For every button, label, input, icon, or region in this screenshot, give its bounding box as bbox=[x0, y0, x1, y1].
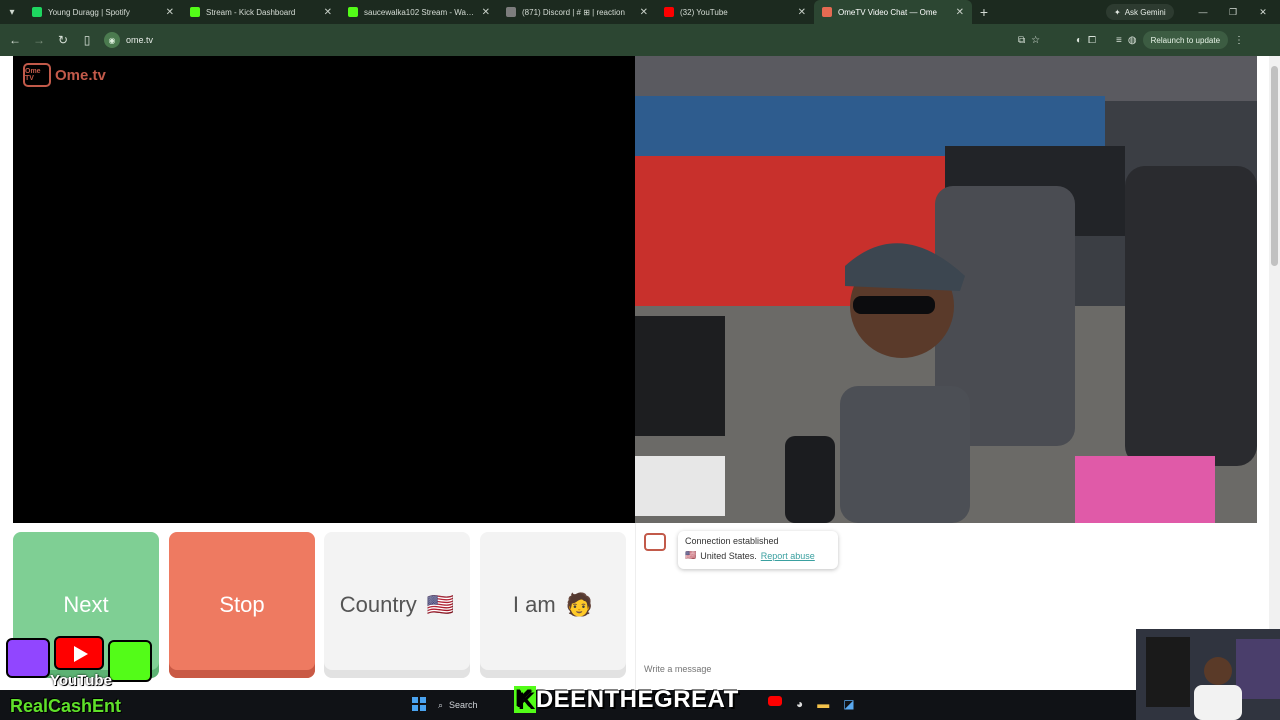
tab-favicon-icon bbox=[32, 7, 42, 17]
profile-icon[interactable]: ◍ bbox=[1128, 35, 1137, 46]
browser-tab[interactable]: (871) Discord | # ⊞ | reaction ✕ bbox=[498, 0, 656, 24]
chrome-taskbar-icon[interactable]: ◕ bbox=[796, 697, 803, 711]
browser-tab[interactable]: saucewalka102 Stream - Watch ✕ bbox=[340, 0, 498, 24]
streamer-name-overlay: KDEENTHEGREAT bbox=[514, 686, 739, 714]
streamer-webcam bbox=[1136, 629, 1280, 720]
twitch-icon bbox=[6, 638, 50, 678]
scrollbar-thumb[interactable] bbox=[1271, 66, 1278, 266]
tab-favicon-icon bbox=[506, 7, 516, 17]
side-panel-icon[interactable]: ▯ bbox=[75, 28, 99, 52]
address-bar[interactable]: ◉ ome.tv bbox=[104, 28, 1004, 52]
back-icon[interactable]: ← bbox=[3, 28, 27, 52]
connection-status: Connection established bbox=[685, 536, 779, 546]
ometv-logo[interactable]: Ome TV Ome.tv bbox=[23, 63, 106, 87]
gender-label: I am bbox=[512, 592, 556, 617]
stop-button[interactable]: Stop bbox=[169, 532, 315, 678]
message-input[interactable] bbox=[644, 661, 1124, 677]
stream-brand-overlay: YouTube RealCashEnt bbox=[6, 636, 156, 716]
tab-favicon-icon bbox=[664, 7, 674, 17]
tab-close-icon[interactable]: ✕ bbox=[166, 7, 174, 18]
file-explorer-icon[interactable]: ▬ bbox=[817, 697, 829, 711]
tab-title: (32) YouTube bbox=[680, 7, 728, 17]
gemini-icon: ✦ bbox=[1114, 7, 1121, 17]
report-abuse-link[interactable]: Report abuse bbox=[761, 551, 815, 561]
system-message: Connection established 🇺🇸 United States.… bbox=[678, 531, 838, 569]
partner-video bbox=[635, 56, 1257, 523]
brand-name: RealCashEnt bbox=[10, 696, 122, 716]
tab-favicon-icon bbox=[822, 7, 832, 17]
close-window-icon[interactable]: ✕ bbox=[1248, 0, 1278, 24]
forward-icon[interactable]: → bbox=[27, 28, 51, 52]
tab-close-icon[interactable]: ✕ bbox=[324, 7, 332, 18]
tab-close-icon[interactable]: ✕ bbox=[956, 7, 964, 18]
stop-label: Stop bbox=[219, 592, 265, 617]
tab-title: Young Duragg | Spotify bbox=[48, 7, 130, 17]
extension-icon[interactable]: ◐ bbox=[1076, 35, 1082, 46]
taskbar-search-label: Search bbox=[449, 700, 478, 710]
browser-tab[interactable]: Young Duragg | Spotify ✕ bbox=[24, 0, 182, 24]
tab-title: OmeTV Video Chat — Ome bbox=[838, 7, 937, 17]
install-app-icon[interactable]: ⧉ bbox=[1018, 35, 1025, 46]
youtube-small-icon bbox=[768, 696, 782, 706]
tab-title: (871) Discord | # ⊞ | reaction bbox=[522, 7, 625, 17]
youtube-icon bbox=[54, 636, 104, 670]
tab-favicon-icon bbox=[190, 7, 200, 17]
tab-close-icon[interactable]: ✕ bbox=[798, 7, 806, 18]
browser-tab[interactable]: OmeTV Video Chat — Ome ✕ bbox=[814, 0, 972, 24]
country-button[interactable]: Country 🇺🇸 bbox=[324, 532, 470, 678]
windows-start-icon[interactable] bbox=[412, 697, 426, 711]
partner-video-frame bbox=[635, 56, 1257, 523]
page-scrollbar[interactable] bbox=[1269, 56, 1280, 696]
site-info-icon[interactable]: ◉ bbox=[104, 32, 120, 48]
streamer-name: DEENTHEGREAT bbox=[535, 686, 739, 713]
reload-icon[interactable]: ↻ bbox=[51, 28, 75, 52]
browser-tab[interactable]: Stream - Kick Dashboard ✕ bbox=[182, 0, 340, 24]
tab-close-icon[interactable]: ✕ bbox=[640, 7, 648, 18]
browser-toolbar: ← → ↻ ▯ ◉ ome.tv ⧉ ☆ ◐ ⧠ ≡ ◍ Relaunch to… bbox=[0, 24, 1280, 56]
ask-gemini-label: Ask Gemini bbox=[1124, 7, 1166, 17]
kick-icon bbox=[108, 640, 152, 682]
gender-button[interactable]: I am 🧑 bbox=[480, 532, 626, 678]
us-flag-icon: 🇺🇸 bbox=[426, 592, 455, 617]
minimize-icon[interactable]: — bbox=[1188, 0, 1218, 24]
partner-country: United States. bbox=[700, 550, 757, 561]
next-label: Next bbox=[63, 592, 109, 617]
tab-favicon-icon bbox=[348, 7, 358, 17]
extensions-puzzle-icon[interactable]: ⧠ bbox=[1088, 35, 1096, 46]
country-label: Country bbox=[339, 592, 417, 617]
tab-close-icon[interactable]: ✕ bbox=[482, 7, 490, 18]
person-icon: 🧑 bbox=[565, 592, 594, 617]
bookmark-star-icon[interactable]: ☆ bbox=[1031, 35, 1040, 46]
kick-logo-letter: K bbox=[514, 686, 536, 713]
tab-search-icon[interactable]: ▾ bbox=[0, 0, 24, 24]
ometv-system-icon bbox=[644, 533, 666, 551]
tab-title: saucewalka102 Stream - Watch bbox=[364, 7, 476, 17]
youtube-text: YouTube bbox=[50, 672, 112, 689]
taskbar-search[interactable]: ⌕ Search bbox=[438, 695, 516, 715]
local-video: Ome TV Ome.tv bbox=[13, 56, 635, 523]
new-tab-button[interactable]: + bbox=[972, 4, 996, 20]
relaunch-label: Relaunch to update bbox=[1150, 35, 1221, 45]
relaunch-button[interactable]: Relaunch to update bbox=[1142, 31, 1229, 49]
search-icon: ⌕ bbox=[438, 699, 444, 710]
page-content: Ome TV Ome.tv Next Stop Country 🇺🇸 I am … bbox=[0, 56, 1280, 696]
ask-gemini-button[interactable]: ✦ Ask Gemini bbox=[1106, 4, 1174, 20]
tab-strip: ▾ Young Duragg | Spotify ✕ Stream - Kick D… bbox=[0, 0, 1280, 24]
browser-tab[interactable]: (32) YouTube ✕ bbox=[656, 0, 814, 24]
reading-list-icon[interactable]: ≡ bbox=[1116, 35, 1122, 46]
logo-tv-icon: Ome TV bbox=[23, 63, 51, 87]
us-flag-icon: 🇺🇸 bbox=[685, 550, 697, 560]
app-taskbar-icon[interactable]: ◪ bbox=[843, 697, 854, 711]
webcam-frame bbox=[1136, 629, 1280, 720]
menu-kebab-icon[interactable]: ⋮ bbox=[1234, 35, 1244, 46]
maximize-icon[interactable]: ❐ bbox=[1218, 0, 1248, 24]
url-text: ome.tv bbox=[126, 35, 154, 45]
logo-text: Ome.tv bbox=[55, 66, 106, 84]
tab-title: Stream - Kick Dashboard bbox=[206, 7, 296, 17]
